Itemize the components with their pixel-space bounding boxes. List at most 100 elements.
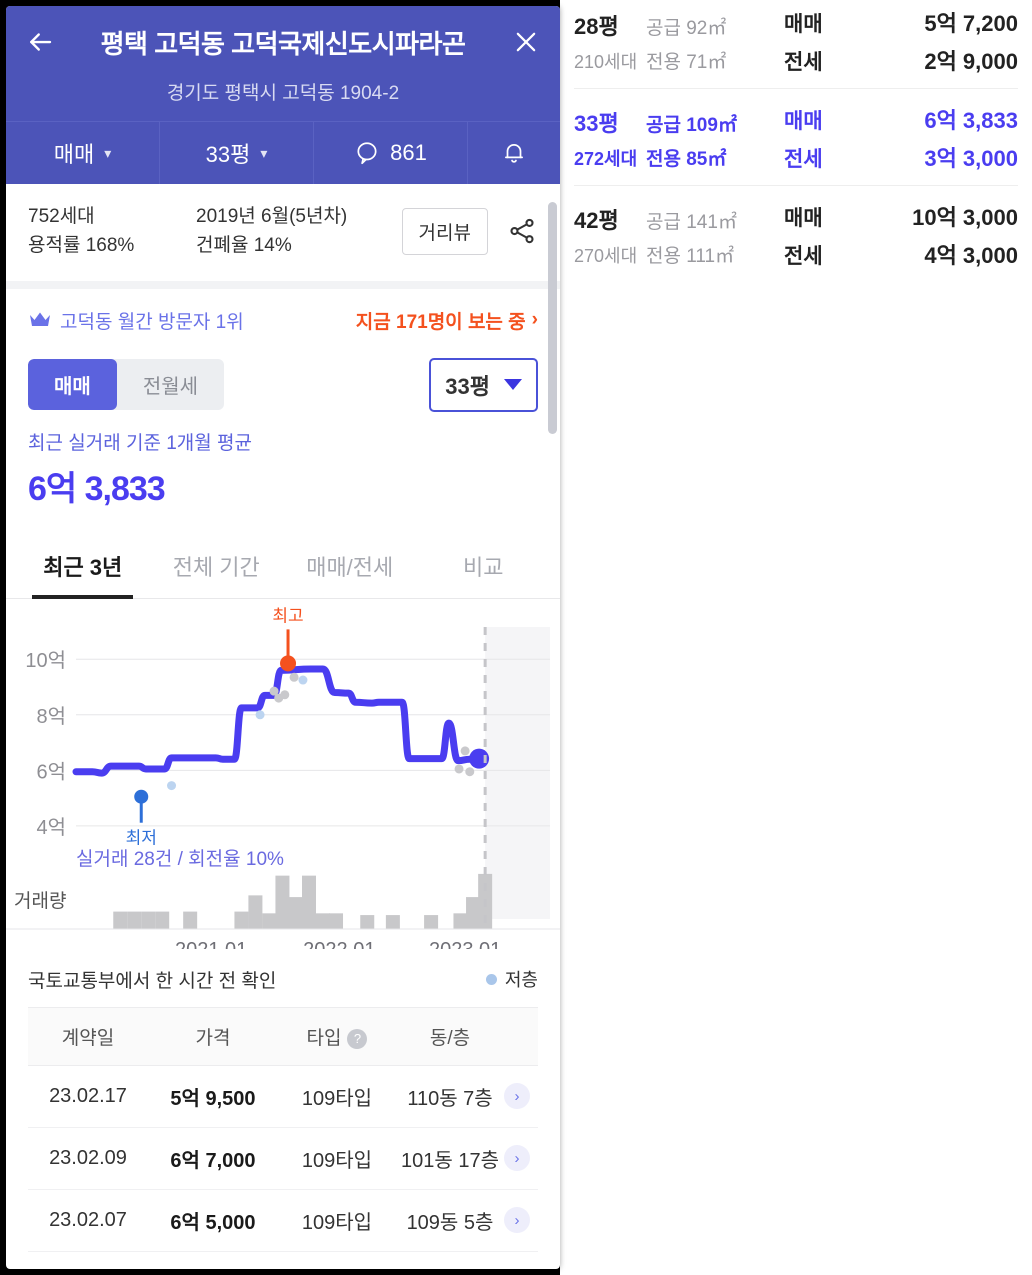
svg-text:6억: 6억 [36,760,66,783]
live-viewers-link[interactable]: 지금 171명이 보는 중 › [356,307,538,334]
deal-type-segmented-control: 매매 전월세 [28,359,225,411]
size-supply-area: 공급 109㎡ [646,114,737,136]
chevron-right-icon[interactable]: › [504,1207,530,1234]
filter-size[interactable]: 33평 ▾ [160,122,314,184]
filter-size-label: 33평 [205,142,251,167]
comment-count: 861 [390,140,427,165]
sale-price: 6억 3,833 [924,108,1018,133]
completion-date: 2019년 6월(5년차) [196,206,348,227]
jeonse-label: 전세 [784,51,823,74]
tab-recent-3y[interactable]: 최근 3년 [16,536,150,599]
deal-type: 109타입 [301,1087,373,1110]
scrollbar-thumb[interactable] [548,202,557,434]
size-option-row[interactable]: 28평 공급 92㎡ 210세대 전용 71㎡ 매매 5억 7,200 전세 2… [574,0,1018,88]
building-stats: 752세대 용적률 168% 2019년 6월(5년차) 건폐율 14% 거리뷰 [6,184,560,281]
size-households: 210세대 [574,51,638,72]
size-select-button[interactable]: 33평 [429,357,538,412]
size-exclusive-area: 전용 111㎡ [646,245,735,267]
deal-date: 23.02.17 [49,1084,127,1107]
price-chart-svg: 10억 8억 6억 4억최저 최고실거래 28건 / 회전율 10% 거래량 2021.01… [6,606,560,961]
svg-text:2022.01: 2022.01 [303,939,375,949]
arrow-left-icon [30,33,52,51]
svg-text:최저: 최저 [126,829,157,848]
size-option-row[interactable]: 42평 공급 141㎡ 270세대 전용 111㎡ 매매 10억 3,000 전… [574,185,1018,282]
low-floor-legend-label: 저층 [504,970,538,991]
question-mark-icon[interactable]: ? [347,1028,368,1049]
size-option-row-selected[interactable]: 33평 공급 109㎡ 272세대 전용 85㎡ 매매 6억 3,833 전세 … [574,88,1018,185]
average-price-block: 최근 실거래 기준 1개월 평균 6억 3,833 [6,414,560,514]
svg-text:4억: 4억 [36,816,66,839]
table-row[interactable]: 23.02.17 5억 9,500 109타입 110동 7층 › [28,1066,538,1128]
visitor-rank: 고덕동 월간 방문자 1위 [28,307,356,334]
street-view-button[interactable]: 거리뷰 [401,207,488,255]
deal-detail-cell: › [504,1067,538,1125]
tab-compare[interactable]: 비교 [417,536,551,598]
deal-price: 5억 9,500 [170,1087,256,1110]
jeonse-label: 전세 [784,245,823,268]
close-button[interactable] [506,22,546,62]
size-options-panel: 28평 공급 92㎡ 210세대 전용 71㎡ 매매 5억 7,200 전세 2… [560,0,1032,1275]
size-option-spec: 42평 공급 141㎡ 270세대 전용 111㎡ [574,203,784,268]
tab-sale-jeonse[interactable]: 매매/전세 [283,536,417,598]
share-button[interactable] [506,215,538,247]
size-exclusive-area: 전용 71㎡ [646,51,727,73]
svg-text:최고: 최고 [272,606,303,625]
size-option-prices: 매매 5억 7,200 전세 2억 9,000 [784,6,1018,76]
price-chart[interactable]: 10억 8억 6억 4억최저 최고실거래 28건 / 회전율 10% 거래량 2021.01… [6,599,560,961]
households-value: 752세대 [28,206,95,227]
filter-deal-type[interactable]: 매매 ▾ [6,122,160,184]
jeonse-label: 전세 [784,148,823,171]
size-pyeong: 33평 [574,110,619,136]
column-header-price: 가격 [195,1027,231,1049]
chevron-right-icon[interactable]: › [504,1083,530,1110]
deal-price: 6억 5,000 [170,1211,256,1234]
deal-price: 6억 7,000 [170,1149,256,1172]
column-header-unit: 동/층 [429,1027,471,1049]
deal-unit: 109동 5층 [406,1211,494,1234]
table-row[interactable]: 23.02.09 6억 7,000 109타입 101동 17층 › [28,1128,538,1190]
segment-rent[interactable]: 전월세 [117,359,224,410]
bell-icon [505,144,523,163]
average-price-label: 최근 실거래 기준 1개월 평균 [28,432,252,454]
deal-detail-cell: › [504,1129,538,1187]
deal-date: 23.02.07 [49,1208,127,1231]
sale-price: 5억 7,200 [924,11,1018,36]
crown-icon [30,312,50,327]
size-option-prices: 매매 6억 3,833 전세 3억 3,000 [784,103,1018,173]
app-header: 평택 고덕동 고덕국제신도시파라곤 경기도 평택시 고덕동 1904-2 매매 … [6,6,560,184]
close-icon [516,32,536,52]
size-households: 270세대 [574,245,638,266]
back-button[interactable] [20,22,60,62]
svg-text:거래량: 거래량 [14,890,66,912]
building-coverage: 건폐율 14% [196,235,292,257]
sale-label: 매매 [784,110,823,133]
size-pyeong: 42평 [574,207,619,233]
filter-deal-type-label: 매매 [53,142,95,167]
chart-source-text: 국토교통부에서 한 시간 전 확인 [28,970,277,992]
chart-legend: 저층 [485,966,538,992]
comments-button[interactable]: 861 [314,122,468,184]
svg-text:8억: 8억 [36,705,66,728]
table-row[interactable]: 23.02.07 6억 5,000 109타입 109동 5층 › [28,1190,538,1252]
chart-tabs: 최근 3년 전체 기간 매매/전세 비교 [6,536,560,599]
floor-area-ratio: 용적률 168% [28,235,135,257]
notification-button[interactable] [468,122,560,184]
svg-text:2023.01: 2023.01 [429,939,501,949]
size-exclusive-area: 전용 85㎡ [646,148,727,170]
chevron-down-icon: ▾ [104,144,112,161]
svg-text:실거래 28건 / 회전율 10%: 실거래 28건 / 회전율 10% [76,848,284,870]
speech-bubble-icon [357,142,377,165]
section-divider [6,280,560,289]
stats-column-completion: 2019년 6월(5년차) 건폐율 14% [196,202,402,261]
table-header-row: 계약일 가격 타입? 동/층 [28,1006,538,1066]
chevron-right-icon[interactable]: › [504,1145,530,1172]
size-supply-area: 공급 141㎡ [646,211,737,233]
sale-label: 매매 [784,13,823,36]
visitor-rank-text: 고덕동 월간 방문자 1위 [60,311,244,333]
low-floor-legend-dot [485,973,497,985]
deal-type: 109타입 [301,1211,373,1234]
segment-sale[interactable]: 매매 [28,359,117,411]
chart-source-row: 국토교통부에서 한 시간 전 확인 저층 [6,954,560,999]
tab-all-period[interactable]: 전체 기간 [150,536,284,598]
deal-unit: 101동 17층 [401,1149,499,1172]
